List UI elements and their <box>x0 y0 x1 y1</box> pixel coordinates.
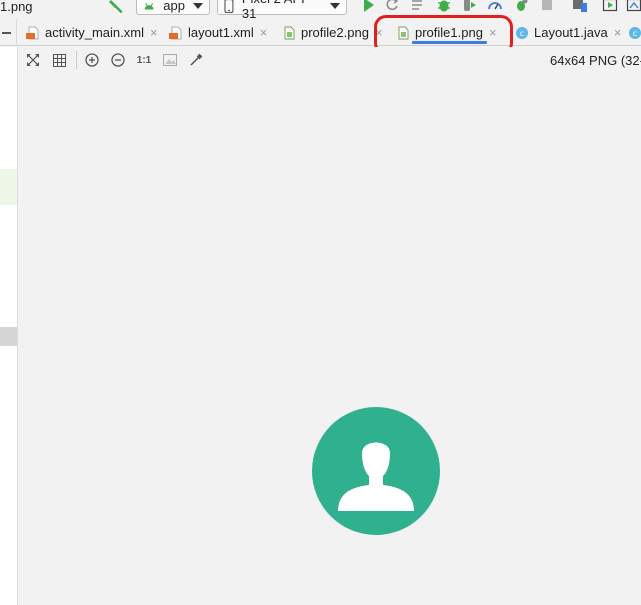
minus-icon <box>2 32 11 34</box>
tab-label: Layout1.java <box>534 25 608 40</box>
window-title: 1.png <box>0 0 33 14</box>
apply-code-changes-icon[interactable] <box>410 0 426 13</box>
profiler-gauge-icon[interactable] <box>487 0 503 13</box>
chevron-down-icon <box>330 2 340 9</box>
stop-icon[interactable] <box>539 0 555 13</box>
xml-file-icon <box>26 26 39 39</box>
tab-layout1-xml[interactable]: layout1.xml × <box>169 19 267 46</box>
close-icon[interactable]: × <box>614 25 622 40</box>
fit-to-window-button[interactable] <box>25 52 41 68</box>
show-background-button[interactable] <box>162 52 178 68</box>
zoom-out-icon <box>111 53 125 67</box>
active-tab-indicator <box>412 41 487 44</box>
run-config-label: app <box>163 0 185 13</box>
profile-avatar-image <box>312 407 440 535</box>
tab-layout1-java[interactable]: c Layout1.java × <box>515 19 621 46</box>
tab-label: profile1.png <box>415 25 483 40</box>
collapse-panel-button[interactable] <box>0 19 17 46</box>
svg-text:c: c <box>520 29 524 38</box>
toolbar-divider <box>76 51 77 69</box>
debug-bug-icon[interactable] <box>436 0 452 13</box>
emulator-icon[interactable] <box>602 0 618 13</box>
project-tree-row[interactable] <box>0 169 17 205</box>
run-config-select[interactable]: app <box>136 0 210 15</box>
editor-tab-bar: activity_main.xml × layout1.xml × profil… <box>0 19 641 46</box>
image-background-icon <box>163 54 177 66</box>
chevron-down-icon <box>193 2 203 9</box>
image-canvas[interactable] <box>18 73 641 605</box>
actual-size-label: 1:1 <box>136 54 152 66</box>
close-icon[interactable]: × <box>489 25 497 40</box>
xml-file-icon <box>169 26 182 39</box>
android-icon <box>144 2 154 10</box>
tab-label: profile2.png <box>301 25 369 40</box>
project-tree-row[interactable] <box>0 327 17 346</box>
tab-label: layout1.xml <box>188 25 254 40</box>
image-viewer-toolbar: 1:1 64x64 PNG (32-l <box>18 47 641 73</box>
tab-activity-main-xml[interactable]: activity_main.xml × <box>26 19 158 46</box>
close-icon[interactable]: × <box>260 25 268 40</box>
tab-label: activity_main.xml <box>45 25 144 40</box>
zoom-out-button[interactable] <box>110 52 126 68</box>
java-class-icon: c <box>516 26 528 39</box>
close-icon[interactable]: × <box>150 25 158 40</box>
svg-text:c: c <box>633 29 637 38</box>
device-select[interactable]: Pixel 2 API 31 <box>217 0 347 21</box>
tab-profile2-png[interactable]: profile2.png × <box>282 19 383 46</box>
sdk-manager-icon[interactable] <box>626 0 641 13</box>
grid-icon <box>52 53 66 67</box>
tab-overflow[interactable]: c <box>628 19 641 46</box>
build-hammer-icon[interactable] <box>108 0 126 14</box>
actual-size-button[interactable]: 1:1 <box>136 52 152 68</box>
main-toolbar: 1.png app Pixel 2 API 31 <box>0 0 641 21</box>
toggle-grid-button[interactable] <box>51 52 67 68</box>
device-label: Pixel 2 API 31 <box>241 0 305 21</box>
device-manager-icon[interactable] <box>572 0 588 13</box>
image-file-icon <box>284 26 295 39</box>
run-icon[interactable] <box>360 0 376 13</box>
image-file-icon <box>398 26 409 39</box>
color-picker-button[interactable] <box>188 52 204 68</box>
zoom-in-button[interactable] <box>84 52 100 68</box>
image-info-label: 64x64 PNG (32-l <box>550 53 641 68</box>
java-class-icon: c <box>629 26 641 39</box>
apply-changes-icon[interactable] <box>384 0 400 13</box>
close-icon[interactable]: × <box>375 25 383 40</box>
project-panel <box>0 47 18 605</box>
attach-process-bug-icon[interactable] <box>513 0 529 13</box>
phone-icon <box>224 0 234 13</box>
tab-profile1-png[interactable]: profile1.png × <box>396 19 497 46</box>
eyedropper-icon <box>190 53 203 66</box>
zoom-in-icon <box>85 53 99 67</box>
attach-debugger-icon[interactable] <box>461 0 477 13</box>
expand-arrows-icon <box>27 54 39 66</box>
